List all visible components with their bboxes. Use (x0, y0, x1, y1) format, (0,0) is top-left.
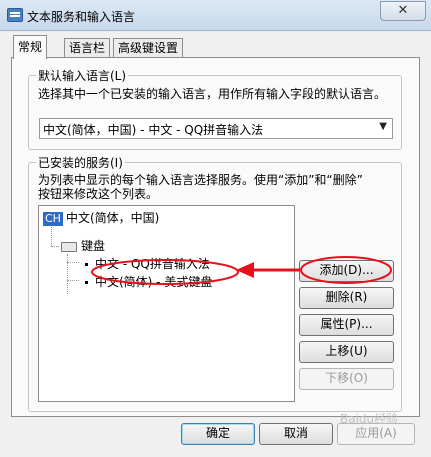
keyboard-icon (61, 241, 77, 252)
language-badge: CH (43, 212, 63, 226)
tree-language-label: 中文(简体，中国) (65, 211, 160, 225)
properties-button[interactable]: 属性(P)... (299, 314, 394, 336)
move-up-button[interactable]: 上移(U) (299, 341, 394, 363)
default-language-selected: 中文(简体，中国) - 中文 - QQ拼音输入法 (43, 123, 264, 137)
default-language-dropdown[interactable]: 中文(简体，中国) - 中文 - QQ拼音输入法 ▼ (39, 118, 393, 139)
cancel-button[interactable]: 取消 (259, 423, 333, 445)
tab-general[interactable]: 常规 (13, 35, 48, 59)
bullet-icon (85, 263, 88, 266)
tree-language-node[interactable]: CH 中文(简体，中国) (43, 209, 159, 226)
tree-keyboard-node[interactable]: 键盘 (61, 237, 105, 254)
installed-services-description-line2: 按钮来修改这个列表。 (38, 187, 159, 201)
tab-language-bar[interactable]: 语言栏 (64, 38, 111, 58)
window-title: 文本服务和输入语言 (27, 10, 136, 24)
default-language-description: 选择其中一个已安装的输入语言，用作所有输入字段的默认语言。 (38, 87, 387, 101)
bullet-icon (85, 281, 88, 284)
keyboard-app-icon (7, 8, 23, 22)
title-bar: 文本服务和输入语言 ✕ (0, 0, 431, 31)
ok-button[interactable]: 确定 (181, 423, 255, 445)
remove-button[interactable]: 删除(R) (299, 287, 394, 309)
tree-service-label: 中文 - QQ拼音输入法 (95, 257, 210, 271)
tree-service-item[interactable]: 中文(简体) - 美式键盘 (85, 273, 212, 290)
installed-services-group-title: 已安装的服务(I) (36, 154, 125, 171)
watermark-logo: Baidu经验 (340, 412, 399, 426)
default-language-group-title: 默认输入语言(L) (36, 67, 129, 84)
close-button[interactable]: ✕ (380, 1, 426, 21)
move-down-button[interactable]: 下移(O) (299, 368, 394, 390)
chevron-down-icon[interactable]: ▼ (379, 121, 387, 132)
add-button[interactable]: 添加(D)... (299, 260, 394, 282)
tree-service-item[interactable]: 中文 - QQ拼音输入法 (85, 255, 210, 272)
services-tree[interactable]: CH 中文(简体，中国) 键盘 中文 - QQ拼音输入法 中文(简体) - 美式键… (38, 205, 295, 402)
tree-keyboard-label: 键盘 (81, 239, 106, 253)
tree-service-label: 中文(简体) - 美式键盘 (95, 275, 213, 289)
tab-advanced-key-settings[interactable]: 高级键设置 (113, 38, 184, 58)
